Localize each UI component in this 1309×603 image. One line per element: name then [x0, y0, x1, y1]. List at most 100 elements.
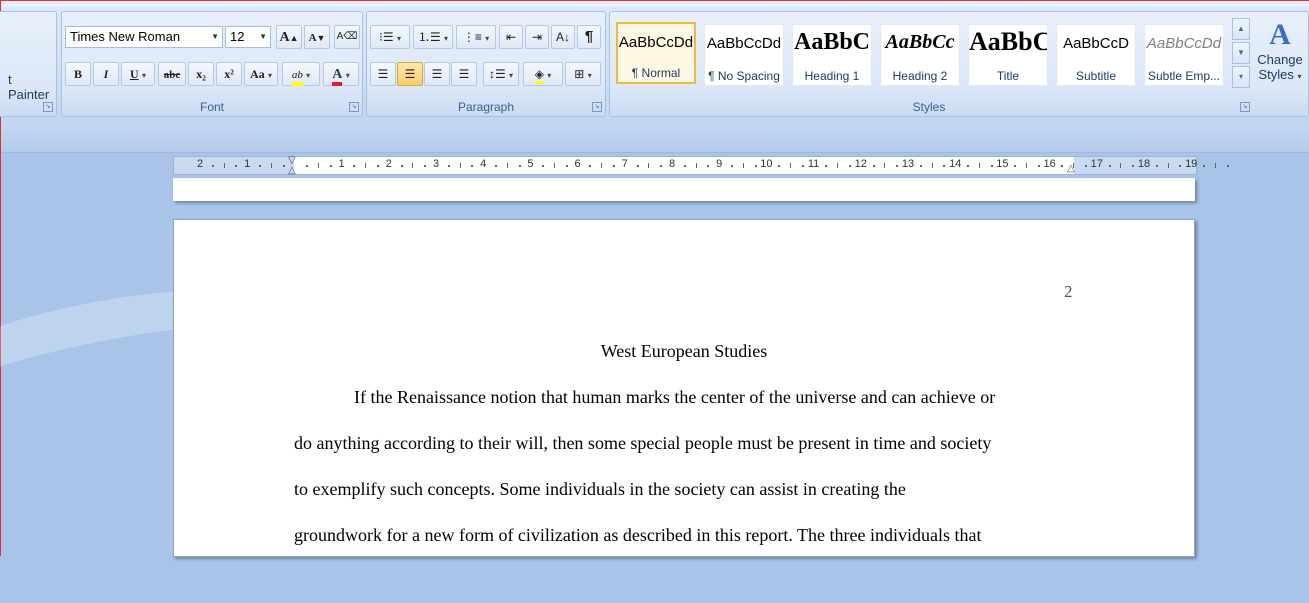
text-highlight-button[interactable]: ab ▾ — [282, 62, 320, 86]
gallery-more[interactable]: ▾ — [1232, 66, 1250, 88]
clipboard-dialog-launcher-icon[interactable]: ↘ — [43, 102, 53, 112]
chevron-down-icon: ▾ — [485, 34, 490, 43]
gallery-scroll-up[interactable]: ▲ — [1232, 18, 1250, 40]
hanging-indent-icon[interactable]: △ — [288, 165, 296, 176]
numbering-button[interactable]: ⒈☰ ▾ — [413, 25, 453, 49]
style-heading-1[interactable]: AaBbC Heading 1 — [792, 24, 872, 86]
document-page[interactable]: 2 West European Studies If the Renaissan… — [173, 219, 1195, 557]
page-number: 2 — [1064, 282, 1073, 301]
chevron-down-icon: ▼ — [211, 32, 219, 41]
horizontal-ruler[interactable]: ▽ △ △ 2 1 1 2 3 4 5 6 7 8 9 10 11 12 13 14 15 16 17 18 19 — [173, 155, 1229, 176]
ruler-tick-label: 1 — [338, 158, 345, 170]
ruler-tick-mark — [235, 165, 238, 167]
ruler-tick-mark — [565, 165, 568, 167]
ruler-tick-label: 8 — [668, 158, 676, 170]
strikethrough-button[interactable]: abc — [158, 62, 186, 86]
ruler-tick-label: 2 — [196, 158, 204, 170]
underline-button[interactable]: U ▾ — [121, 62, 155, 86]
ruler-tick-mark — [943, 165, 946, 167]
style-title[interactable]: AaBbC Title — [968, 24, 1048, 86]
format-painter-button[interactable]: t Painter — [8, 72, 56, 102]
styles-group-label: Styles — [912, 100, 946, 114]
increase-indent-button[interactable]: ⇥ — [525, 25, 549, 49]
ruler-tick-label: 12 — [854, 158, 867, 170]
sort-button[interactable]: A↓ — [551, 25, 575, 49]
more-icon: ▾ — [1238, 72, 1243, 81]
align-center-button[interactable]: ☰ — [397, 62, 423, 86]
bold-button[interactable]: B — [65, 62, 91, 86]
paragraph-dialog-launcher-icon[interactable]: ↘ — [592, 102, 602, 112]
font-color-button[interactable]: A ▾ — [323, 62, 359, 86]
ruler-tick-mark — [365, 163, 367, 168]
font-name-combo[interactable]: Times New Roman ▼ — [65, 26, 223, 48]
ruler-tick-mark — [306, 165, 309, 167]
decrease-indent-icon: ⇤ — [505, 30, 517, 44]
style-normal[interactable]: AaBbCcDd ¶ Normal — [616, 22, 696, 84]
font-name-value: Times New Roman — [70, 29, 181, 44]
ruler-tick-mark — [1061, 165, 1064, 167]
ruler-tick-mark — [683, 165, 686, 167]
ruler-tick-mark — [695, 163, 697, 168]
superscript-icon: x² — [224, 67, 234, 81]
ruler-tick-mark — [1037, 165, 1040, 167]
change-styles-button[interactable]: A Change Styles ▾ — [1254, 18, 1306, 98]
ruler-tick-label: 9 — [716, 158, 723, 170]
justify-button[interactable]: ☰ — [451, 62, 477, 86]
strikethrough-icon: abc — [163, 69, 181, 81]
body-line: do anything according to their will, the… — [294, 433, 992, 453]
multilevel-list-button[interactable]: ⋮≡ ▾ — [456, 25, 496, 49]
ruler-tick-label: 19 — [1185, 158, 1198, 170]
ruler-tick-mark — [1085, 165, 1087, 167]
borders-button[interactable]: ⊞ ▾ — [565, 62, 601, 86]
align-right-button[interactable]: ☰ — [424, 62, 450, 86]
superscript-button[interactable]: x² — [216, 62, 242, 86]
clear-formatting-button[interactable]: A⌫ — [334, 25, 360, 49]
ruler-tick-mark — [660, 165, 663, 167]
ruler-tick-mark — [778, 165, 781, 167]
increase-indent-icon: ⇥ — [531, 30, 543, 44]
chevron-down-icon: ▾ — [268, 71, 273, 80]
styles-dialog-launcher-icon[interactable]: ↘ — [1240, 102, 1250, 112]
align-left-button[interactable]: ☰ — [370, 62, 396, 86]
ruler-tick-mark — [318, 163, 319, 168]
font-size-combo[interactable]: 12 ▼ — [225, 26, 271, 48]
ruler-tick-mark — [742, 163, 744, 168]
grow-font-button[interactable]: A▲ — [276, 25, 302, 49]
align-right-icon: ☰ — [431, 67, 443, 81]
style-name: Subtle Emp... — [1147, 69, 1221, 83]
shrink-font-button[interactable]: A▼ — [304, 25, 330, 49]
ruler-tick-mark — [967, 165, 969, 167]
bullets-button[interactable]: ⁝☰ ▾ — [370, 25, 410, 49]
ruler-tick-label: 3 — [432, 158, 440, 170]
line-spacing-button[interactable]: ↕☰ ▾ — [483, 62, 519, 86]
gallery-scroll-down[interactable]: ▼ — [1232, 42, 1250, 64]
ruler-tick-mark — [400, 165, 403, 167]
decrease-indent-button[interactable]: ⇤ — [499, 25, 523, 49]
style-subtle-emphasis[interactable]: AaBbCcDd Subtle Emp... — [1144, 24, 1224, 86]
ruler-tick-mark — [447, 165, 450, 167]
clear-formatting-icon: A⌫ — [336, 31, 358, 42]
ruler-left-margin — [174, 157, 294, 174]
ruler-tick-label: 17 — [1090, 158, 1103, 170]
style-no-spacing[interactable]: AaBbCcDd ¶ No Spacing — [704, 24, 784, 86]
change-case-button[interactable]: Aa ▾ — [244, 62, 278, 86]
previous-page-bottom — [173, 178, 1195, 201]
show-marks-button[interactable]: ¶ — [577, 25, 601, 49]
style-heading-2[interactable]: AaBbCc Heading 2 — [880, 24, 960, 86]
paint-bucket-icon: ◈ — [534, 67, 544, 84]
subscript-button[interactable]: x₂ — [188, 62, 214, 86]
style-name: Heading 1 — [804, 69, 860, 83]
ruler-tick-mark — [707, 165, 710, 167]
italic-icon: I — [103, 67, 109, 81]
italic-button[interactable]: I — [93, 62, 119, 86]
change-styles-label-1: Change — [1257, 52, 1303, 67]
pilcrow-icon: ¶ — [584, 28, 594, 45]
chevron-down-icon: ▾ — [396, 34, 401, 43]
font-dialog-launcher-icon[interactable]: ↘ — [349, 102, 359, 112]
style-name: ¶ Normal — [631, 66, 681, 80]
shading-button[interactable]: ◈ ▾ — [523, 62, 563, 86]
ribbon-top-strip — [1, 1, 1309, 7]
body-line: If the Renaissance notion that human mar… — [354, 387, 996, 407]
style-subtitle[interactable]: AaBbCcD Subtitle — [1056, 24, 1136, 86]
body-line: to exemplify such concepts. Some individ… — [294, 479, 906, 499]
